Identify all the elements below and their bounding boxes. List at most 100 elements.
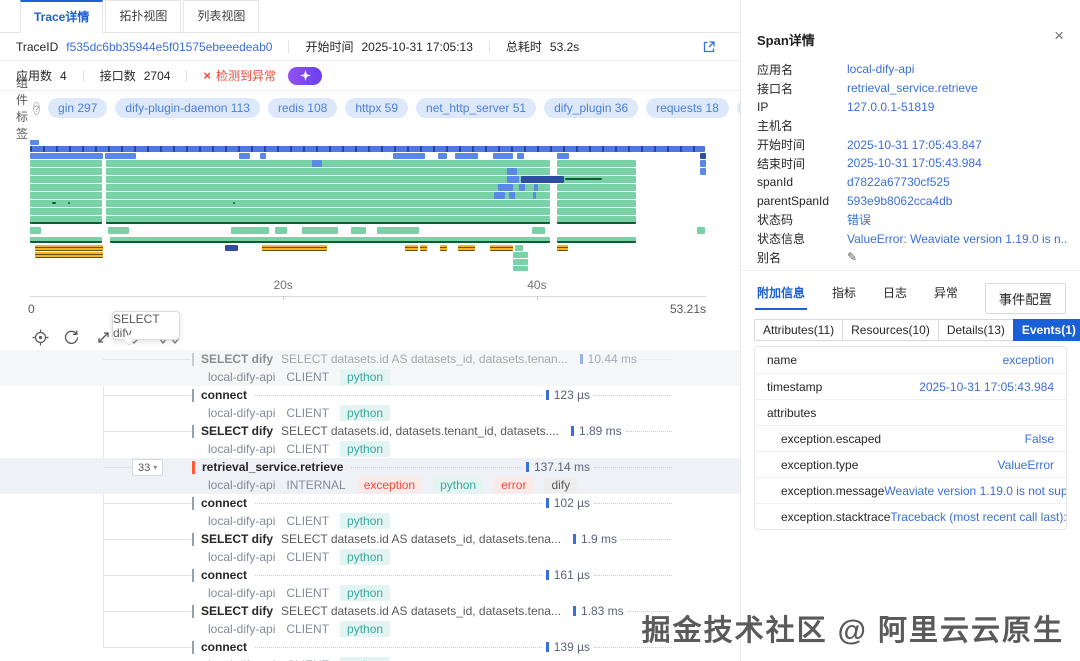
info-tab-item[interactable]: 异常 (934, 284, 958, 310)
component-tag-pill[interactable]: redis 108 (267, 98, 338, 118)
flame-span-bar[interactable] (556, 160, 637, 167)
component-tag-pill[interactable]: net_http_server 51 (416, 98, 537, 118)
open-external-icon[interactable] (702, 40, 716, 54)
flame-span-bar[interactable] (30, 237, 102, 243)
component-tag-pill[interactable]: requests 18 (646, 98, 729, 118)
span-row[interactable]: SELECT dify SELECT datasets.id AS dataset… (0, 350, 740, 386)
flame-span-bar[interactable] (497, 184, 513, 191)
flame-span-bar[interactable] (105, 208, 550, 215)
flame-span-bar[interactable] (455, 153, 478, 159)
span-row[interactable]: SELECT dify SELECT datasets.id AS dataset… (0, 602, 740, 638)
field-value[interactable]: 593e9b8062cca4db (847, 194, 952, 208)
flame-span-bar[interactable] (105, 160, 550, 167)
component-tag-pill[interactable]: httpx 59 (345, 98, 409, 118)
flame-span-bar[interactable] (420, 245, 427, 251)
flame-span-bar[interactable] (312, 160, 322, 167)
span-row[interactable]: connect 102 µs local-dify-api CLIENT python (0, 494, 740, 530)
flame-span-bar[interactable] (104, 153, 136, 159)
flame-span-bar[interactable] (35, 245, 103, 251)
flame-span-bar[interactable] (494, 192, 505, 199)
event-value[interactable]: Traceback (most recent call last): ... (890, 510, 1066, 524)
span-row[interactable]: connect 139 µs local-dify-api CLIENT python (0, 638, 740, 661)
field-value[interactable]: 2025-10-31 17:05:43.847 (847, 138, 982, 152)
flame-span-bar[interactable] (30, 227, 41, 234)
info-tab-active[interactable]: 附加信息 (754, 284, 808, 310)
span-row[interactable]: connect 161 µs local-dify-api CLIENT python (0, 566, 740, 602)
flame-span-bar[interactable] (30, 168, 102, 175)
flame-span-bar[interactable] (557, 153, 570, 159)
span-name[interactable]: SELECT dify (201, 532, 282, 546)
flame-span-bar[interactable] (105, 168, 550, 175)
trace-id-value[interactable]: f535dc6bb35944e5f01575ebeeedeab0 (66, 40, 272, 54)
event-value[interactable]: exception (1003, 353, 1054, 367)
flame-span-bar[interactable] (105, 176, 550, 183)
child-count-badge[interactable]: 33 ▾ (132, 459, 164, 476)
span-row[interactable]: SELECT dify SELECT datasets.id AS dataset… (0, 530, 740, 566)
span-name[interactable]: connect (201, 496, 256, 510)
info-tab-item[interactable]: 指标 (832, 284, 856, 310)
flame-span-bar[interactable] (302, 227, 338, 234)
field-value[interactable]: 2025-10-31 17:05:43.984 (847, 156, 982, 170)
flame-span-bar[interactable] (35, 252, 103, 258)
flame-span-bar[interactable] (700, 168, 706, 175)
flame-span-bar[interactable] (30, 208, 102, 215)
expand-icon[interactable] (95, 329, 112, 346)
flame-span-bar[interactable] (376, 227, 419, 234)
flame-span-bar[interactable] (533, 184, 538, 191)
flame-span-bar[interactable] (515, 245, 524, 251)
flame-span-bar[interactable] (700, 160, 706, 167)
ai-diagnose-button[interactable] (288, 66, 323, 85)
locate-icon[interactable] (32, 329, 49, 346)
flame-span-bar[interactable] (30, 200, 102, 207)
flame-span-bar[interactable] (105, 184, 550, 191)
flame-span-bar[interactable] (405, 245, 419, 251)
span-row-selected[interactable]: 33 ▾ retrieval_service.retrieve 137.14 ms lo… (0, 458, 740, 494)
flame-span-bar[interactable] (556, 168, 637, 175)
event-config-button[interactable]: 事件配置 (984, 283, 1066, 314)
flame-span-bar[interactable] (532, 192, 537, 199)
span-name[interactable]: retrieval_service.retrieve (202, 460, 352, 474)
flame-span-bar[interactable] (351, 227, 367, 234)
flame-span-bar[interactable] (30, 146, 705, 152)
flame-span-bar[interactable] (564, 178, 602, 180)
flame-span-bar[interactable] (393, 153, 425, 159)
flame-span-bar[interactable] (52, 202, 56, 204)
flame-span-bar[interactable] (457, 245, 475, 251)
refresh-icon[interactable] (63, 329, 80, 346)
view-tab-active[interactable]: Trace详情 (20, 0, 104, 33)
flame-span-bar[interactable] (30, 192, 102, 199)
flame-span-bar[interactable] (30, 216, 102, 224)
span-name[interactable]: SELECT dify (201, 352, 282, 366)
flame-span-bar[interactable] (490, 245, 513, 251)
segment-details[interactable]: Details(13) (937, 319, 1014, 341)
span-row[interactable]: connect 123 µs local-dify-api CLIENT python (0, 386, 740, 422)
span-name[interactable]: SELECT dify (201, 604, 282, 618)
segment-resources[interactable]: Resources(10) (842, 319, 939, 341)
flame-span-bar[interactable] (105, 200, 550, 207)
flame-span-bar[interactable] (259, 153, 266, 159)
flame-span-bar[interactable] (30, 176, 102, 183)
flame-span-bar[interactable] (509, 192, 515, 199)
flame-span-bar[interactable] (556, 184, 637, 191)
flame-span-bar[interactable] (513, 252, 529, 258)
field-value[interactable]: retrieval_service.retrieve (847, 81, 978, 95)
flame-span-bar[interactable] (439, 245, 448, 251)
flame-span-bar[interactable] (30, 140, 39, 145)
flame-span-bar[interactable] (109, 237, 550, 243)
flame-span-bar[interactable] (506, 168, 518, 175)
help-question-icon[interactable]: ? (33, 101, 41, 115)
span-name[interactable]: connect (201, 640, 256, 654)
flame-span-bar[interactable] (556, 216, 637, 224)
flame-span-bar[interactable] (231, 227, 269, 234)
flame-span-bar[interactable] (225, 245, 238, 251)
field-value[interactable]: 错误 (847, 211, 871, 228)
span-row[interactable]: SELECT dify SELECT datasets.id, datasets.… (0, 422, 740, 458)
component-tag-pill[interactable]: gin 297 (48, 98, 108, 118)
flame-span-bar[interactable] (275, 227, 288, 234)
span-name[interactable]: connect (201, 388, 256, 402)
flame-span-bar[interactable] (30, 160, 102, 167)
field-value[interactable]: ValueError: Weaviate version 1.19.0 is n… (847, 232, 1068, 246)
flame-span-bar[interactable] (696, 227, 705, 234)
view-tab-item[interactable]: 列表视图 (183, 0, 260, 33)
flame-span-bar[interactable] (239, 153, 251, 159)
